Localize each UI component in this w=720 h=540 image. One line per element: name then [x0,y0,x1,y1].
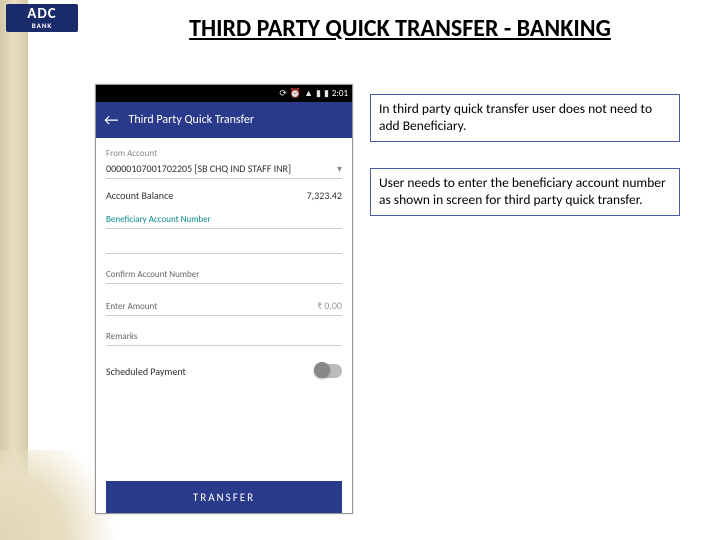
callout-note-1: In third party quick transfer user does … [370,94,680,142]
amount-value: ₹ 0.00 [317,299,342,312]
wifi-icon: ▲ [304,88,313,99]
amount-field[interactable]: Enter Amount ₹ 0.00 [106,296,342,316]
confirm-account-label: Confirm Account Number [106,266,342,284]
page-title: THIRD PARTY QUICK TRANSFER - BANKING [100,14,700,43]
callout-note-2: User needs to enter the beneficiary acco… [370,168,680,216]
from-account-field[interactable]: From Account 00000107001702205 [SB CHQ I… [106,148,342,179]
sync-icon: ⟳ [279,88,287,99]
balance-label: Account Balance [106,189,173,202]
scheduled-label: Scheduled Payment [106,365,186,378]
app-bar-title: Third Party Quick Transfer [128,113,254,127]
form-content: From Account 00000107001702205 [SB CHQ I… [96,138,352,513]
balance-value: 7,323.42 [307,189,342,202]
back-arrow-icon[interactable]: ← [104,111,118,130]
from-account-value: 00000107001702205 [SB CHQ IND STAFF INR]… [106,159,342,179]
confirm-account-field[interactable]: Confirm Account Number [106,266,342,284]
transfer-button[interactable]: TRANSFER [106,481,342,513]
signal-icon: ▮ [316,88,321,99]
divider [106,253,342,254]
bank-logo: ADC BANK [6,4,78,32]
phone-screenshot: ⟳ ⏰ ▲ ▮ ▮ 2:01 ← Third Party Quick Trans… [95,84,353,514]
from-account-label: From Account [106,148,342,159]
alarm-icon: ⏰ [290,88,301,99]
account-balance-row: Account Balance 7,323.42 [106,189,342,205]
status-time: 2:01 [332,88,348,99]
beneficiary-account-field[interactable]: Beneficiary Account Number [106,211,342,229]
remarks-label: Remarks [106,328,342,346]
amount-row: Enter Amount ₹ 0.00 [106,296,342,316]
amount-label: Enter Amount [106,301,157,312]
beneficiary-label: Beneficiary Account Number [106,211,342,229]
battery-icon: ▮ [324,88,329,99]
scheduled-payment-row: Scheduled Payment [106,364,342,378]
chevron-down-icon: ▾ [337,162,342,175]
logo-text-bottom: BANK [32,22,53,29]
status-bar: ⟳ ⏰ ▲ ▮ ▮ 2:01 [96,85,352,102]
app-bar: ← Third Party Quick Transfer [96,102,352,138]
scheduled-toggle[interactable] [314,364,342,378]
logo-text-top: ADC [27,7,56,22]
remarks-field[interactable]: Remarks [106,328,342,346]
